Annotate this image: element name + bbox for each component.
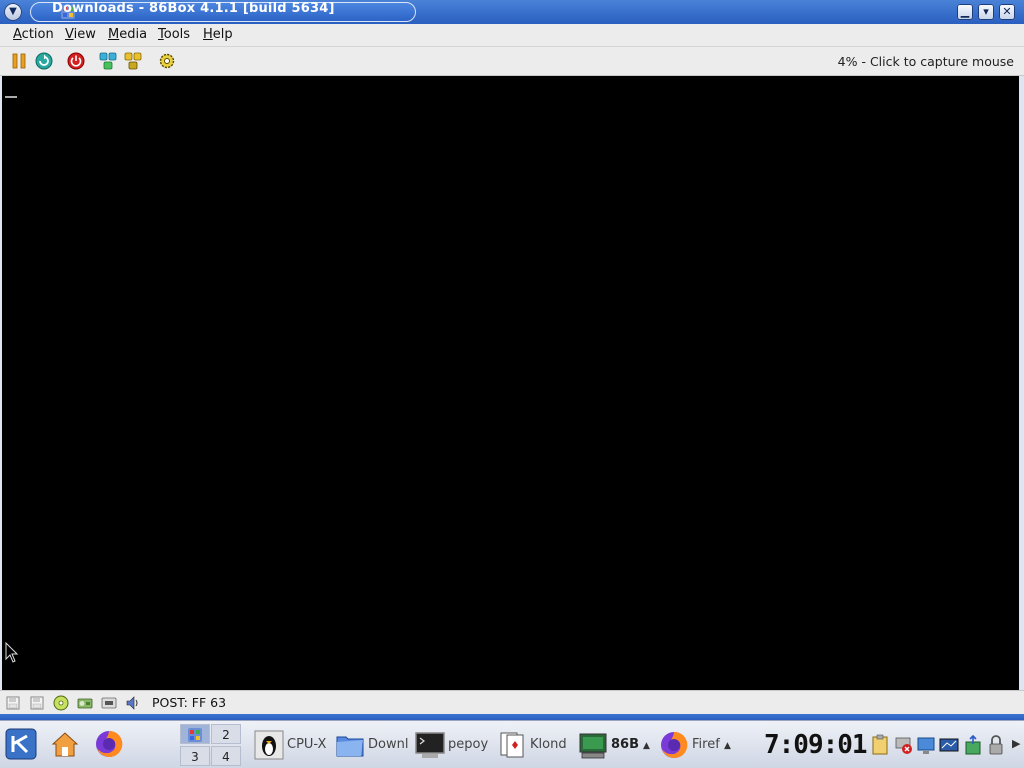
task-label: pepoy: [448, 737, 489, 752]
clipboard-icon[interactable]: [870, 734, 890, 756]
cards-icon: [500, 732, 524, 758]
network-icon[interactable]: [101, 695, 117, 711]
taskbar: 2 3 4 CPU-X Downl pepoy Klond 86B ▲ Fire…: [0, 720, 1024, 768]
desktop-pager: 2 3 4: [180, 724, 242, 766]
task-label: CPU-X: [287, 737, 327, 752]
task-label: Firef: [692, 737, 720, 752]
task-firefox[interactable]: Firef ▲: [658, 727, 738, 763]
title-bar[interactable]: ▼ Downloads - 86Box 4.1.1 [build 5634] ▁…: [0, 0, 1024, 24]
sound-icon[interactable]: [125, 695, 141, 711]
task-label: Klond: [530, 737, 567, 752]
clock[interactable]: 7:09:01: [764, 730, 868, 760]
floppy-icon[interactable]: [5, 695, 21, 711]
desktop-3-button[interactable]: 3: [180, 746, 210, 766]
computer-icon: [579, 733, 607, 759]
cdrom-icon[interactable]: [53, 695, 69, 711]
ctrl-alt-del-icon[interactable]: [99, 52, 117, 70]
toolbar: 4% - Click to capture mouse: [0, 47, 1024, 76]
power-icon[interactable]: [67, 52, 85, 70]
emulated-display[interactable]: [2, 76, 1019, 690]
86box-app-icon: [188, 728, 202, 742]
group-arrow-icon: ▲: [643, 741, 650, 751]
firefox-icon: [661, 731, 688, 758]
task-downloads[interactable]: Downl: [334, 727, 412, 763]
settings-icon[interactable]: [158, 52, 176, 70]
desktop-1-button[interactable]: [180, 724, 210, 744]
task-86box[interactable]: 86B ▲: [577, 727, 657, 763]
emulator-window: ▼ Downloads - 86Box 4.1.1 [build 5634] ▁…: [0, 0, 1024, 720]
menu-media[interactable]: Media: [108, 27, 147, 42]
ctrl-alt-esc-icon[interactable]: [124, 52, 142, 70]
task-klondike[interactable]: Klond: [496, 727, 574, 763]
pause-icon[interactable]: [10, 52, 28, 70]
hard-reset-icon[interactable]: [35, 52, 53, 70]
post-code-status: POST: FF 63: [152, 695, 227, 710]
minimize-button[interactable]: ▁: [957, 4, 973, 20]
status-bar: POST: FF 63: [0, 690, 1024, 714]
desktop-2-button[interactable]: 2: [211, 724, 241, 744]
group-arrow-icon: ▲: [724, 741, 731, 751]
menu-view[interactable]: View: [65, 27, 96, 42]
menu-help[interactable]: Help: [203, 27, 233, 42]
close-button[interactable]: ✕: [999, 4, 1015, 20]
task-label: 86B: [611, 737, 639, 752]
menu-tools[interactable]: Tools: [158, 27, 190, 42]
display-icon[interactable]: [916, 734, 936, 756]
maximize-button[interactable]: ▾: [978, 4, 994, 20]
hdd-icon[interactable]: [77, 695, 93, 711]
desktop-4-button[interactable]: 4: [211, 746, 241, 766]
tray-scroll-arrow-icon[interactable]: ▶: [1012, 737, 1020, 750]
lock-icon[interactable]: [986, 734, 1006, 756]
firefox-icon[interactable]: [93, 728, 125, 760]
terminal-icon: [415, 732, 445, 758]
window-menu-button[interactable]: ▼: [4, 3, 22, 21]
folder-icon: [336, 736, 364, 757]
network-disconnected-icon[interactable]: [894, 734, 914, 756]
floppy-icon[interactable]: [29, 695, 45, 711]
mouse-capture-hint[interactable]: 4% - Click to capture mouse: [838, 54, 1014, 69]
tux-icon: [254, 730, 284, 760]
task-cpu-x[interactable]: CPU-X: [253, 727, 331, 763]
task-terminal[interactable]: pepoy: [414, 727, 494, 763]
task-label: Downl: [368, 737, 409, 752]
home-folder-icon[interactable]: [49, 728, 81, 760]
text-cursor: [5, 96, 17, 98]
monitor-icon[interactable]: [939, 734, 959, 756]
window-title: Downloads - 86Box 4.1.1 [build 5634]: [52, 1, 335, 16]
menu-action[interactable]: Action: [13, 27, 54, 42]
mouse-pointer-icon: [5, 642, 19, 663]
menu-bar: Action View Media Tools Help: [0, 24, 1024, 47]
k-menu-icon[interactable]: [5, 728, 37, 760]
device-notifier-icon[interactable]: [963, 734, 983, 756]
